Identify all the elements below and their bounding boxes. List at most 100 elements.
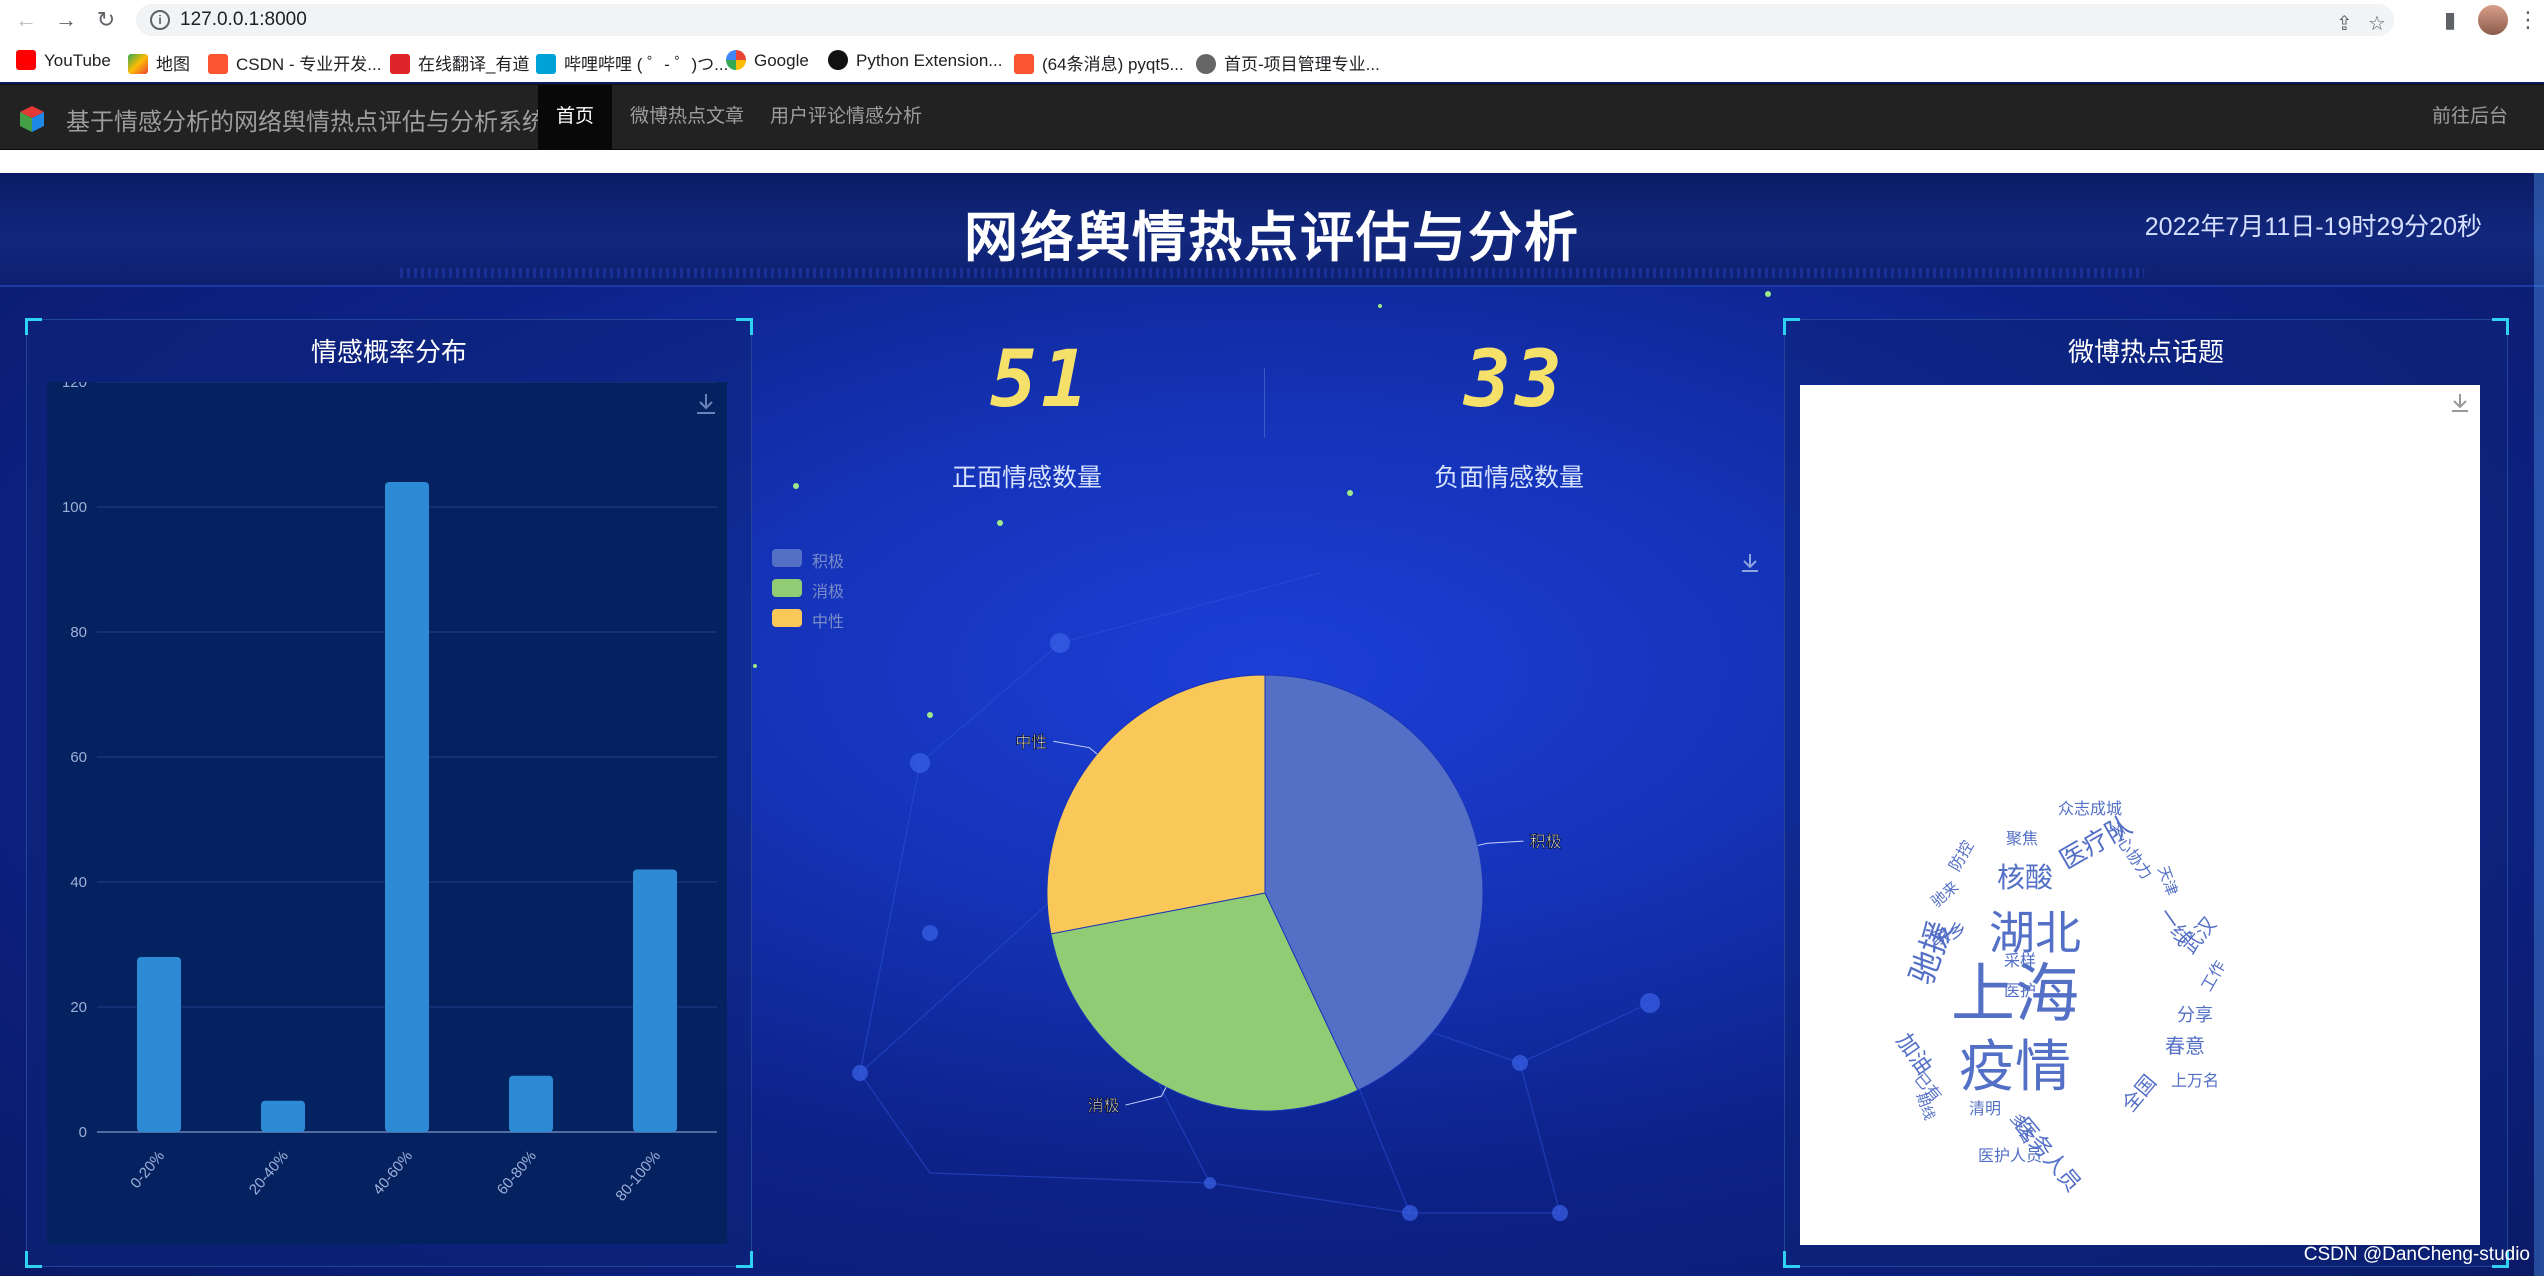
current-datetime: 2022年7月11日-19时29分20秒	[2144, 213, 2482, 241]
y-tick-label: 80	[70, 624, 87, 641]
word-cloud-term: 众志成城	[2057, 801, 2123, 818]
corner-decoration	[736, 1251, 753, 1268]
bookmarks-bar: YouTube 地图 CSDN - 专业开发... 在线翻译_有道 哔哩哔哩 (…	[0, 40, 2544, 82]
bookmark-youdao[interactable]: 在线翻译_有道	[390, 50, 529, 75]
site-info-icon[interactable]: i	[150, 10, 170, 30]
menu-dots-icon[interactable]: ⋮	[2514, 6, 2542, 34]
word-cloud-term: 疫情	[1959, 1035, 2071, 1098]
word-cloud-term: 上万名	[2170, 1073, 2220, 1090]
profile-avatar[interactable]	[2478, 5, 2508, 35]
panel-title: 情感概率分布	[310, 337, 467, 367]
nav-home[interactable]: 首页	[538, 85, 613, 149]
word-cloud-term: 驰来	[1928, 877, 1963, 911]
share-icon[interactable]: ⇪	[2336, 11, 2353, 36]
y-tick-label: 0	[79, 1124, 87, 1141]
word-cloud-term: 清明	[1968, 1101, 2002, 1118]
legend-label-positive[interactable]: 积极	[812, 548, 844, 572]
pie-slice-label: 中性	[1015, 733, 1047, 751]
nav-weibo-articles[interactable]: 微博热点文章	[612, 85, 762, 149]
watermark: CSDN @DanCheng-studio	[2303, 1244, 2530, 1265]
google-icon	[726, 50, 746, 70]
nav-comment-sentiment[interactable]: 用户评论情感分析	[752, 85, 940, 149]
url-text[interactable]: 127.0.0.1:8000	[180, 9, 307, 31]
nav-admin-link[interactable]: 前往后台	[2432, 85, 2508, 149]
forward-arrow-icon[interactable]: →	[52, 6, 80, 34]
csdn-icon	[1014, 54, 1034, 74]
corner-decoration	[25, 1251, 42, 1268]
bookmark-csdn[interactable]: CSDN - 专业开发...	[208, 50, 381, 75]
negative-label: 负面情感数量	[1434, 464, 1585, 492]
label-leader-line	[1477, 840, 1524, 846]
negative-count: 33	[1464, 335, 1566, 425]
y-tick-label: 120	[62, 382, 87, 391]
youdao-icon	[390, 54, 410, 74]
dashboard: 网络舆情热点评估与分析 2022年7月11日-19时29分20秒 情感概率分布 …	[0, 173, 2544, 1276]
bar	[633, 869, 677, 1132]
download-icon[interactable]	[1738, 551, 1762, 575]
positive-label: 正面情感数量	[952, 464, 1103, 492]
word-cloud-term: 春意	[2165, 1036, 2205, 1058]
kpi-divider	[1264, 368, 1265, 438]
download-icon[interactable]	[2448, 391, 2472, 415]
bookmark-python-extension[interactable]: Python Extension...	[828, 50, 1002, 71]
y-tick-label: 60	[70, 749, 87, 766]
csdn-icon	[208, 54, 228, 74]
address-bar[interactable]: i 127.0.0.1:8000 ⇪ ☆	[136, 4, 2394, 36]
bar	[261, 1100, 305, 1132]
bilibili-icon	[536, 54, 556, 74]
back-arrow-icon[interactable]: ←	[12, 6, 40, 34]
word-cloud-term: 工作	[2198, 958, 2230, 995]
legend-label-neutral[interactable]: 中性	[812, 608, 844, 632]
brand-title[interactable]: 基于情感分析的网络舆情热点评估与分析系统	[66, 102, 546, 137]
dashboard-header: 网络舆情热点评估与分析 2022年7月11日-19时29分20秒	[0, 173, 2544, 287]
word-cloud-term: 防控	[1946, 838, 1978, 875]
word-cloud-term: 聚焦	[2005, 831, 2039, 848]
bookmark-project-mgmt[interactable]: 首页-项目管理专业...	[1196, 50, 1380, 75]
bar	[137, 957, 181, 1132]
word-cloud-term: 医护	[2003, 983, 2037, 1000]
legend-swatch-neutral[interactable]	[772, 609, 802, 627]
bookmark-youtube[interactable]: YouTube	[16, 50, 111, 71]
youtube-icon	[16, 50, 36, 70]
word-cloud-term: 医护人员	[1977, 1148, 2043, 1165]
pie-slice-label: 消极	[1087, 1097, 1119, 1115]
scrollbar-rail[interactable]	[2534, 173, 2544, 1276]
bar	[385, 482, 429, 1132]
pie-slice	[1046, 674, 1266, 935]
browser-toolbar: ← → ↻ i 127.0.0.1:8000 ⇪ ☆ ▮ ⋮	[0, 0, 2544, 41]
reload-icon[interactable]: ↻	[92, 6, 120, 34]
sentiment-probability-panel: 情感概率分布 0 20 40 60 80 100 120 0-20% 20-40% 40-60% 6…	[25, 318, 753, 1268]
legend-label-negative[interactable]: 消极	[812, 578, 844, 602]
panel-title: 微博热点话题	[2067, 337, 2224, 367]
word-cloud: 上海 疫情 湖北 驰援 核酸 医疗队 齐心协力 众志成城 聚焦 防控 驰来 家乡 采样 医护 天津 一线 武汉工…	[1800, 385, 2480, 1245]
legend-swatch-negative[interactable]	[772, 579, 802, 597]
corner-decoration	[1783, 1251, 1800, 1268]
pie-slice-label: 积极	[1530, 833, 1562, 851]
bar	[509, 1075, 553, 1132]
word-cloud-term: 全国	[2118, 1071, 2162, 1117]
label-leader-line	[1053, 740, 1098, 755]
navbar-spacer	[0, 150, 2544, 173]
bookmark-star-icon[interactable]: ☆	[2368, 11, 2386, 36]
globe-icon	[1196, 54, 1216, 74]
legend-swatch-positive[interactable]	[772, 549, 802, 567]
bookmark-maps[interactable]: 地图	[128, 50, 190, 75]
word-cloud-term: 核酸	[1996, 862, 2054, 893]
side-panel-icon[interactable]: ▮	[2436, 6, 2464, 34]
word-cloud-term: 分享	[2177, 1005, 2213, 1025]
word-cloud-term: 采样	[2003, 953, 2037, 970]
bookmark-pyqt5[interactable]: (64条消息) pyqt5...	[1014, 50, 1184, 75]
bookmark-google[interactable]: Google	[726, 50, 809, 71]
maps-icon	[128, 54, 148, 74]
y-tick-label: 20	[70, 999, 87, 1016]
bookmark-bilibili[interactable]: 哔哩哔哩 ( ゜- ゜)つ...	[536, 50, 728, 75]
y-tick-label: 100	[62, 499, 87, 516]
positive-count: 51	[990, 335, 1092, 425]
sentiment-bar-chart: 0204060801001200-20% 20-40% 40-60% 60-80% 80…	[47, 382, 727, 1244]
label-leader-line	[1125, 1087, 1167, 1106]
y-tick-label: 40	[70, 874, 87, 891]
word-cloud-term: 天津	[2154, 863, 2181, 898]
cube-logo-icon	[20, 106, 44, 132]
python-extension-icon	[828, 50, 848, 70]
sentiment-pie-chart: 积极消极 中性	[1015, 674, 1562, 1115]
